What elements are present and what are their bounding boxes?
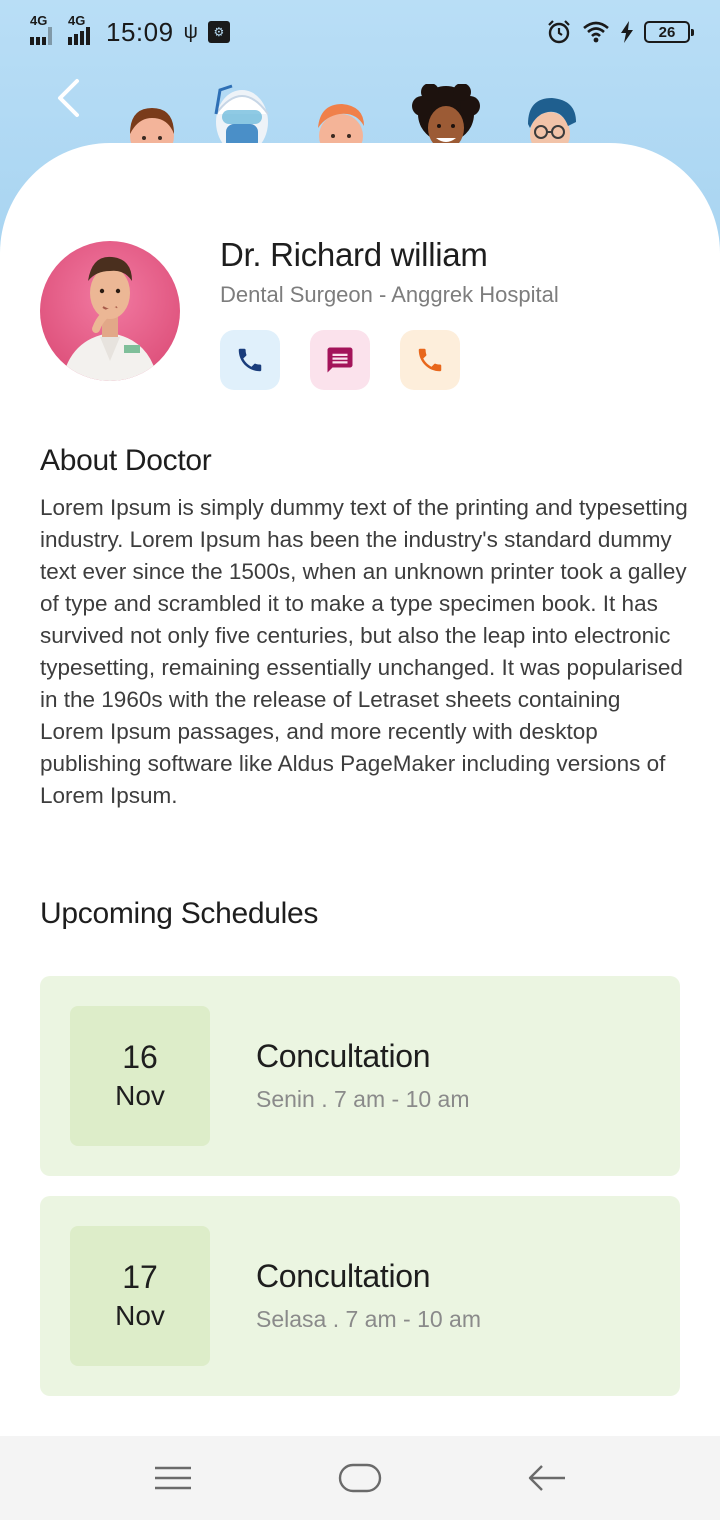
avatar-strip [0, 80, 720, 150]
schedules-title: Upcoming Schedules [40, 897, 319, 930]
system-back-button[interactable] [517, 1453, 577, 1503]
status-left: 4G 4G 15:09 ψ ⚙ [30, 13, 230, 48]
schedule-month: Nov [115, 1080, 165, 1111]
about-title: About Doctor [40, 444, 212, 477]
video-call-button[interactable] [400, 330, 460, 390]
message-button[interactable] [310, 330, 370, 390]
status-bar: 4G 4G 15:09 ψ ⚙ 26 [0, 0, 720, 64]
back-arrow-icon [528, 1465, 565, 1491]
clock: 15:09 [106, 16, 174, 47]
schedule-day: 17 [122, 1259, 158, 1295]
home-button[interactable] [330, 1453, 390, 1503]
doctor-avatar [40, 241, 180, 381]
home-icon [338, 1463, 382, 1493]
menu-button[interactable] [143, 1453, 203, 1503]
menu-icon [155, 1466, 192, 1490]
schedule-day: 16 [122, 1039, 158, 1075]
battery-level: 26 [658, 23, 676, 41]
schedule-card[interactable]: 17 Nov Concultation Selasa . 7 am - 10 a… [40, 1196, 680, 1396]
schedule-card[interactable]: 16 Nov Concultation Senin . 7 am - 10 am [40, 976, 680, 1176]
avatar-curly-hair [412, 84, 480, 150]
avatar-medical-mask [214, 84, 269, 150]
doctor-name: Dr. Richard william [220, 236, 488, 273]
battery-icon: 26 [644, 21, 694, 43]
schedule-title: Concultation [256, 1258, 431, 1294]
signal-icon: 4G [30, 13, 58, 45]
doctor-portrait-image [62, 256, 158, 381]
schedule-month: Nov [115, 1300, 165, 1331]
about-text: Lorem Ipsum is simply dummy text of the … [40, 495, 688, 808]
usb-debug-icon: ⚙ [207, 21, 230, 43]
schedule-time: Selasa . 7 am - 10 am [256, 1306, 481, 1332]
phone-icon [238, 348, 262, 372]
avatar-glasses [528, 98, 576, 150]
schedule-time: Senin . 7 am - 10 am [256, 1086, 470, 1112]
status-right: 26 [546, 19, 694, 45]
network-type: 4G [68, 13, 86, 28]
schedule-date: 16 Nov [70, 1006, 210, 1146]
charging-icon [621, 21, 633, 43]
alarm-icon [548, 20, 570, 44]
system-nav-bar [0, 1436, 720, 1520]
message-icon [327, 347, 353, 373]
network-type: 4G [30, 13, 48, 28]
wifi-icon [583, 21, 609, 43]
schedule-date: 17 Nov [70, 1226, 210, 1366]
phone-icon [418, 348, 442, 372]
contact-actions [220, 330, 460, 390]
usb-icon: ψ [183, 20, 198, 43]
call-button[interactable] [220, 330, 280, 390]
doctor-specialty: Dental Surgeon - Anggrek Hospital [220, 282, 559, 307]
schedule-title: Concultation [256, 1038, 431, 1074]
signal-icon: 4G [68, 13, 96, 45]
